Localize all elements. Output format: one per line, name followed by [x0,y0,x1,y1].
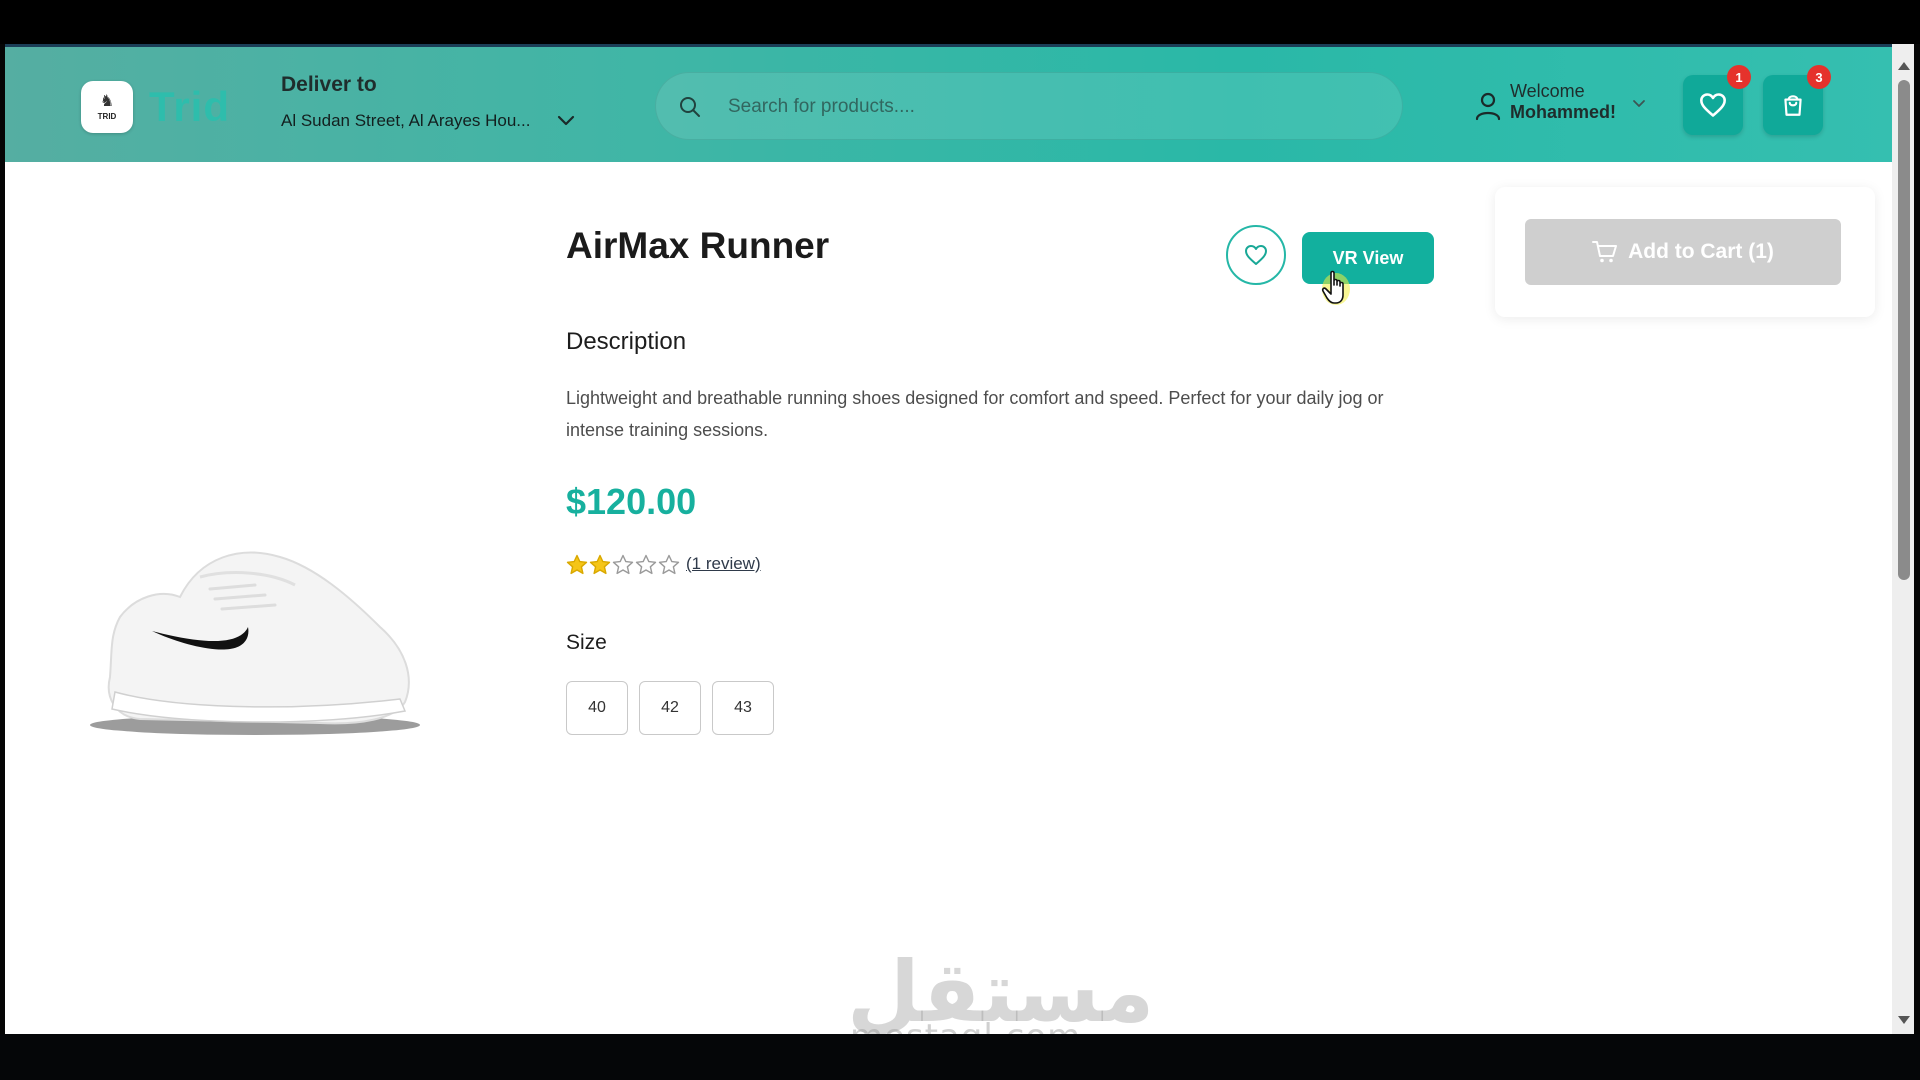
chess-knight-icon: ♞ [99,92,115,110]
logo-text: TRID [97,111,117,121]
size-option-42[interactable]: 42 [639,681,701,735]
wishlist-button[interactable]: 1 [1683,65,1751,135]
size-option-40[interactable]: 40 [566,681,628,735]
size-heading: Size [566,631,607,654]
cart-count-badge: 3 [1807,65,1831,89]
heart-icon [1700,93,1726,117]
add-to-wishlist-button[interactable] [1226,225,1286,285]
product-image[interactable] [80,527,440,747]
shopping-bag-icon [1784,95,1802,116]
star-filled-icon [589,554,611,575]
screen-frame: ♞ TRID Trid Deliver to Al Sudan Street, … [0,0,1920,1080]
chevron-down-icon[interactable] [1632,97,1646,111]
product-price: $120.00 [566,481,697,522]
star-empty-icon [658,554,680,575]
hand-pointer-cursor-icon [1321,270,1350,305]
logo[interactable]: ♞ TRID [81,81,133,133]
size-options: 40 42 43 [566,681,785,735]
description-heading: Description [566,328,687,355]
purchase-card: Add to Cart (1) [1495,187,1875,317]
deliver-to-label: Deliver to [281,73,377,96]
scroll-up-arrow-icon[interactable] [1898,62,1910,70]
browser-viewport: ♞ TRID Trid Deliver to Al Sudan Street, … [5,44,1897,1034]
star-filled-icon [566,554,588,575]
cart-button[interactable]: 3 [1763,65,1831,135]
bottom-black-bar [0,1034,1920,1080]
welcome-label: Welcome [1510,81,1585,101]
add-to-cart-button[interactable]: Add to Cart (1) [1525,219,1841,285]
search-bar[interactable] [655,72,1403,140]
user-menu[interactable]: Welcome Mohammed! [1510,81,1616,123]
top-black-bar [0,0,1920,44]
scroll-down-arrow-icon[interactable] [1898,1016,1910,1024]
product-title: AirMax Runner [566,225,830,266]
product-description: Lightweight and breathable running shoes… [566,388,1384,440]
star-rating [566,552,681,578]
size-option-43[interactable]: 43 [712,681,774,735]
site-header: ♞ TRID Trid Deliver to Al Sudan Street, … [5,47,1897,162]
scrollbar-thumb[interactable] [1898,80,1910,580]
cart-icon [1592,241,1618,263]
brand-name[interactable]: Trid [149,83,230,131]
watermark-url: mostaql.com [850,1017,1081,1034]
star-empty-icon [635,554,657,575]
user-name: Mohammed! [1510,102,1617,122]
search-icon [680,97,700,117]
reviews-link[interactable]: (1 review) [686,554,761,574]
chevron-down-icon[interactable] [556,111,576,131]
delivery-address[interactable]: Al Sudan Street, Al Arayes Hou... [281,111,530,131]
star-empty-icon [612,554,634,575]
heart-icon [1245,245,1267,265]
add-to-cart-label: Add to Cart (1) [1628,240,1774,263]
user-icon[interactable] [1475,91,1501,121]
search-input[interactable] [728,91,1368,123]
wishlist-count-badge: 1 [1727,65,1751,89]
